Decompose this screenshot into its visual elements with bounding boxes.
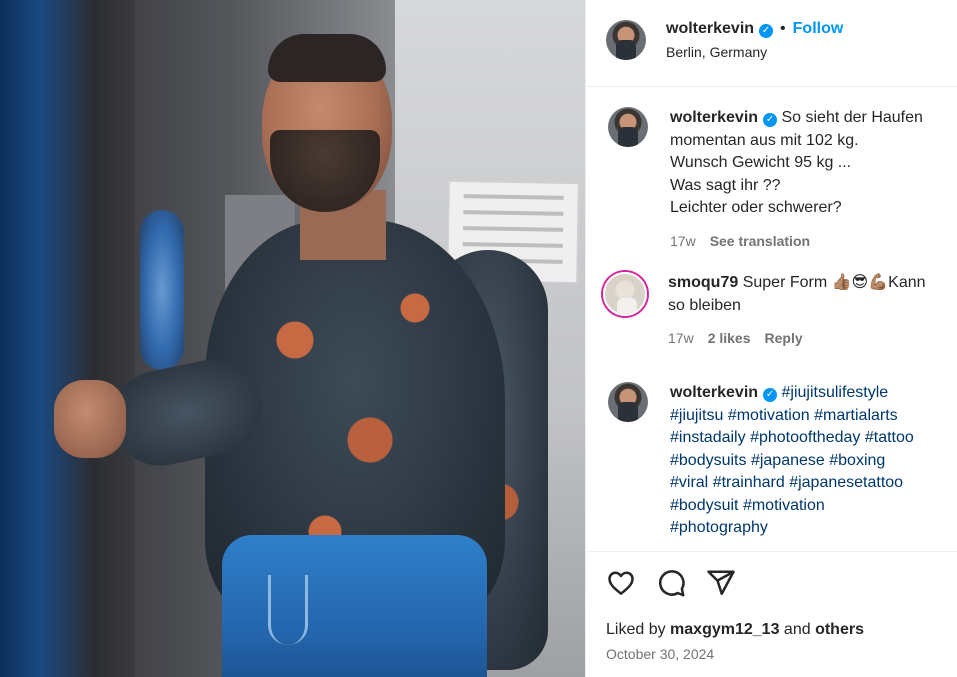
caption-time: 17w	[670, 232, 696, 249]
photo-subject-shorts	[222, 535, 487, 677]
see-translation-button[interactable]: See translation	[710, 233, 810, 249]
liked-by: Liked by maxgym12_13 and others	[606, 621, 864, 639]
comment-username[interactable]: wolterkevin	[670, 384, 758, 401]
verified-badge-icon: ✓	[763, 113, 778, 128]
comment-actions: 17w 2 likes Reply	[668, 327, 926, 350]
hashtag-link[interactable]: #instadaily	[670, 429, 746, 446]
post-action-bar	[606, 568, 736, 598]
comment-likes-button[interactable]: 2 likes	[708, 330, 751, 346]
reply-button[interactable]: Reply	[765, 330, 803, 346]
actions-divider	[586, 551, 957, 552]
comment-text: Kann	[888, 274, 926, 291]
comment-username[interactable]: smoqu79	[668, 274, 738, 291]
caption-line: Was sagt ihr ??	[670, 176, 781, 194]
instagram-post: wolterkevin ✓ • Follow Berlin, Germany wolt…	[0, 0, 957, 677]
post-header-meta: wolterkevin ✓ • Follow Berlin, Germany	[666, 20, 843, 60]
hashtag-link[interactable]: #tattoo	[865, 429, 914, 446]
post-header: wolterkevin ✓ • Follow Berlin, Germany	[606, 20, 843, 60]
hashtag-link[interactable]: #japanesetattoo	[789, 474, 903, 491]
post-photo[interactable]	[0, 0, 585, 677]
post-side-panel: wolterkevin ✓ • Follow Berlin, Germany wolt…	[585, 0, 957, 677]
caption-line: Leichter oder schwerer?	[670, 199, 842, 216]
comment-bubble-icon[interactable]	[656, 568, 686, 598]
caption-actions: 17w See translation	[670, 230, 923, 253]
caption-line: momentan aus mit 102 kg.	[670, 131, 859, 149]
photo-subject-hair	[268, 34, 386, 82]
hashtag-link[interactable]: #photography	[670, 519, 768, 536]
photo-subject-fist	[54, 380, 126, 458]
liked-by-prefix: Liked by	[606, 621, 666, 638]
heart-icon[interactable]	[606, 568, 636, 598]
comment-text: so bleiben	[668, 296, 741, 314]
comment-emojis: 👍🏽😎💪🏽	[831, 274, 889, 291]
comment-body: smoqu79 Super Form 👍🏽😎💪🏽Kann so bleiben …	[668, 272, 926, 350]
liked-by-and: and	[783, 621, 811, 638]
hashtag-link[interactable]: #viral	[670, 474, 708, 491]
commenter-avatar[interactable]	[608, 382, 648, 422]
liked-by-user[interactable]: maxgym12_13	[670, 621, 779, 638]
caption-line: So sieht der Haufen	[781, 109, 923, 126]
hashtag-link[interactable]: #bodysuit	[670, 497, 739, 514]
verified-badge-icon: ✓	[759, 23, 774, 38]
hashtag-link[interactable]: #motivation	[743, 497, 825, 514]
comment-text: Super Form	[742, 274, 828, 291]
photo-background-light	[140, 210, 184, 370]
hashtag-link[interactable]: #japanese	[751, 452, 825, 469]
hashtag-link[interactable]: #bodysuits	[670, 452, 747, 469]
hashtag-link[interactable]: #motivation	[728, 407, 810, 424]
commenter-avatar[interactable]	[603, 272, 647, 316]
caption-body: wolterkevin ✓ So sieht der Haufen momenta…	[670, 107, 923, 252]
hashtag-link[interactable]: #martialarts	[814, 407, 898, 424]
post-location[interactable]: Berlin, Germany	[666, 44, 843, 60]
photo-subject-drawstring	[268, 575, 308, 645]
follow-button[interactable]: Follow	[793, 20, 844, 37]
comment-body: wolterkevin ✓ #jiujitsulifestyle #jiujits…	[670, 382, 914, 540]
caption-line: Wunsch Gewicht 95 kg ...	[670, 154, 852, 171]
verified-badge-icon: ✓	[763, 388, 778, 403]
comment: wolterkevin ✓ #jiujitsulifestyle #jiujits…	[608, 382, 953, 540]
hashtag-link[interactable]: #photooftheday	[750, 429, 860, 446]
comment-time: 17w	[668, 330, 694, 346]
photo-background-door	[0, 0, 135, 677]
paper-plane-icon[interactable]	[706, 568, 736, 598]
author-username[interactable]: wolterkevin	[666, 20, 754, 37]
hashtag-link[interactable]: #jiujitsu	[670, 407, 723, 424]
post-date[interactable]: October 30, 2024	[606, 646, 714, 662]
author-avatar[interactable]	[606, 20, 646, 60]
hashtag-link[interactable]: #boxing	[829, 452, 885, 469]
caption-avatar[interactable]	[608, 107, 648, 147]
comment: smoqu79 Super Form 👍🏽😎💪🏽Kann so bleiben …	[603, 272, 948, 350]
hashtag-link[interactable]: #trainhard	[713, 474, 785, 491]
header-divider	[586, 86, 957, 87]
header-separator: •	[780, 20, 786, 37]
hashtag-link[interactable]: #jiujitsulifestyle	[781, 384, 888, 401]
caption: wolterkevin ✓ So sieht der Haufen momenta…	[608, 107, 953, 252]
liked-by-others[interactable]: others	[815, 621, 864, 638]
caption-username[interactable]: wolterkevin	[670, 109, 758, 126]
